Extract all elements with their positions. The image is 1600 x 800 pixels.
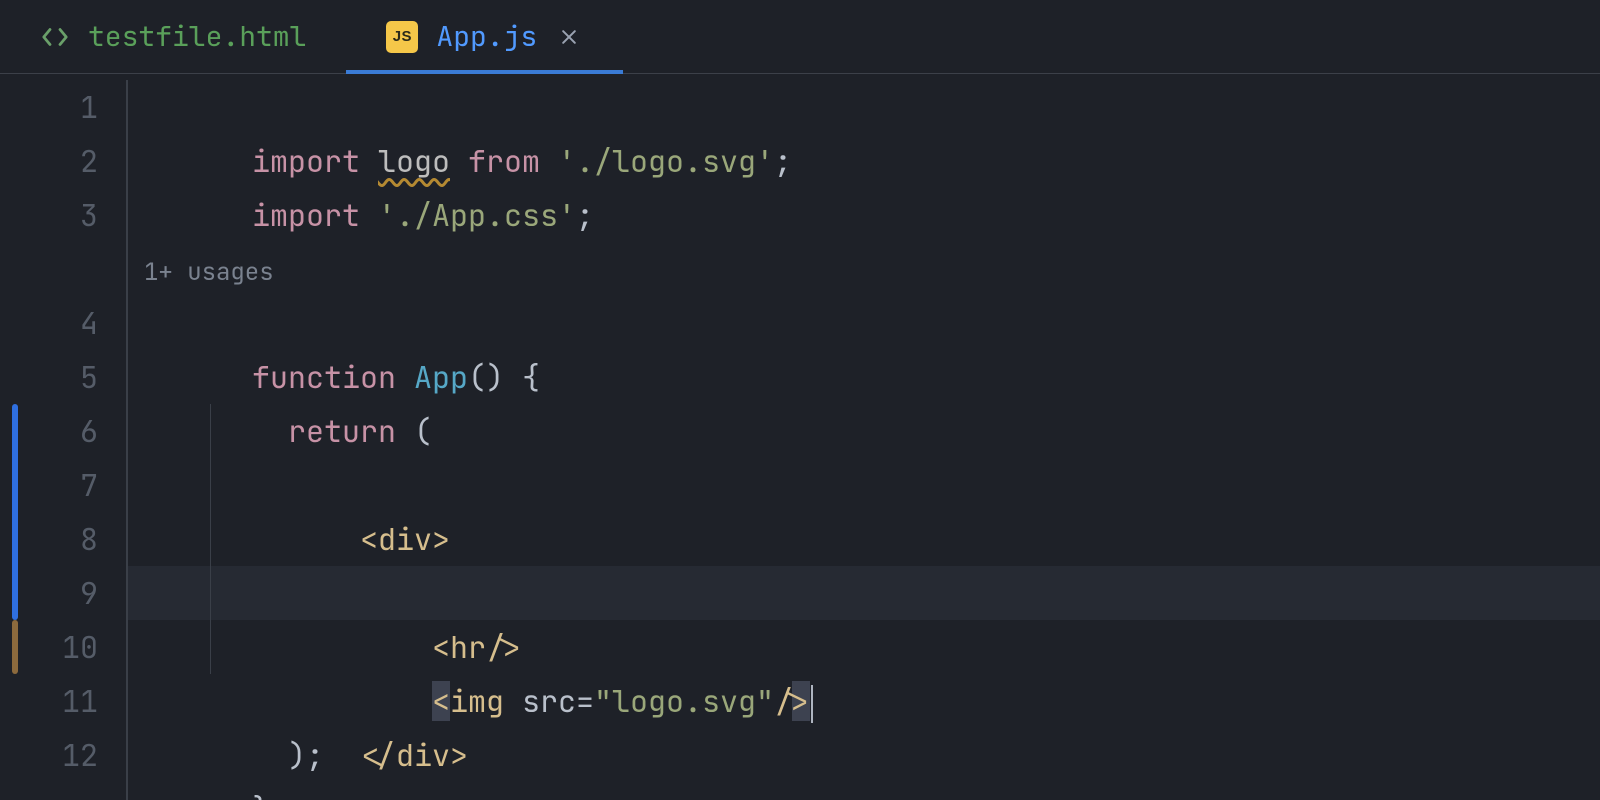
tab-label: testfile.html xyxy=(88,18,306,55)
change-mark-brown xyxy=(12,620,18,674)
line-number: 11 xyxy=(24,674,126,728)
code-line[interactable]: ); xyxy=(128,674,1600,728)
line-number-gutter: 1 2 3 4 5 6 7 8 9 10 11 12 xyxy=(24,74,126,800)
code-editor[interactable]: 1 2 3 4 5 6 7 8 9 10 11 12 import logo f… xyxy=(0,74,1600,800)
line-number: 1 xyxy=(24,80,126,134)
line-number: 7 xyxy=(24,458,126,512)
code-line[interactable]: import './App.css'; xyxy=(128,134,1600,188)
line-number: 12 xyxy=(24,728,126,782)
code-line[interactable] xyxy=(128,188,1600,242)
line-number: 4 xyxy=(24,296,126,350)
code-line[interactable]: <div> xyxy=(128,404,1600,458)
editor-tab-bar: testfile.html JS App.js xyxy=(0,0,1600,74)
code-area[interactable]: import logo from './logo.svg'; import '.… xyxy=(128,74,1600,800)
close-tab-button[interactable] xyxy=(555,23,583,51)
tab-app-js[interactable]: JS App.js xyxy=(346,0,623,73)
line-number: 9 xyxy=(24,566,126,620)
code-line[interactable]: </div> xyxy=(128,620,1600,674)
change-mark-blue xyxy=(12,404,18,620)
gutter-spacer xyxy=(24,242,126,296)
code-line[interactable]: <hr/> xyxy=(128,512,1600,566)
line-number: 3 xyxy=(24,188,126,242)
usages-hint[interactable]: 1+ usages xyxy=(128,242,1600,296)
code-line[interactable]: return ( xyxy=(128,350,1600,404)
code-line[interactable]: } xyxy=(128,728,1600,782)
tab-testfile-html[interactable]: testfile.html xyxy=(0,0,346,73)
tab-label: App.js xyxy=(436,18,537,55)
line-number: 5 xyxy=(24,350,126,404)
line-number: 8 xyxy=(24,512,126,566)
code-line[interactable]: <br/> xyxy=(128,458,1600,512)
html-tag-icon xyxy=(40,22,70,52)
line-number: 10 xyxy=(24,620,126,674)
code-line[interactable]: import logo from './logo.svg'; xyxy=(128,80,1600,134)
code-line-current[interactable]: <img src="logo.svg"/> xyxy=(128,566,1600,620)
code-line[interactable]: function App() { xyxy=(128,296,1600,350)
line-number: 6 xyxy=(24,404,126,458)
line-number: 2 xyxy=(24,134,126,188)
modification-marks-gutter xyxy=(0,74,24,800)
js-file-icon: JS xyxy=(386,21,418,53)
